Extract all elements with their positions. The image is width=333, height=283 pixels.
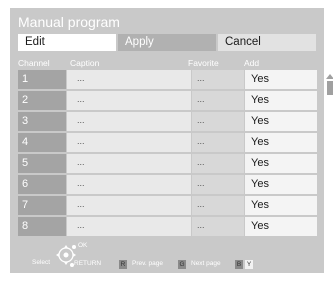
channel-cell: 6 [18, 175, 66, 194]
add-cell[interactable]: Yes [245, 196, 317, 215]
tab-cancel[interactable]: Cancel [218, 34, 316, 51]
channel-cell: 1 [18, 70, 66, 89]
caption-cell[interactable]: ... [67, 91, 191, 110]
add-cell[interactable]: Yes [245, 217, 317, 236]
caption-cell[interactable]: ... [67, 70, 191, 89]
manual-program-panel: Manual program Edit Apply Cancel Channel… [10, 8, 333, 273]
select-label: Select [32, 259, 51, 266]
add-cell[interactable]: Yes [245, 175, 317, 194]
caption-cell[interactable]: ... [67, 154, 191, 173]
tab-apply[interactable]: Apply [118, 34, 216, 51]
add-cell[interactable]: Yes [245, 133, 317, 152]
add-cell[interactable]: Yes [245, 91, 317, 110]
green-key-icon: G [178, 260, 186, 269]
table-row[interactable]: 4 ... ... Yes [18, 133, 318, 152]
favorite-cell[interactable]: ... [192, 112, 244, 131]
tab-edit[interactable]: Edit [18, 34, 116, 51]
header-favorite: Favorite [188, 58, 219, 68]
caption-cell[interactable]: ... [67, 112, 191, 131]
yellow-key-icon: Y [245, 260, 253, 269]
blue-key-icon: B [235, 260, 243, 269]
scrollbar-thumb[interactable] [327, 81, 333, 95]
prev-page-label[interactable]: Prev. page [132, 260, 163, 267]
add-cell[interactable]: Yes [245, 112, 317, 131]
page-title: Manual program [18, 14, 120, 30]
table-row[interactable]: 1 ... ... Yes [18, 70, 318, 89]
channel-cell: 3 [18, 112, 66, 131]
favorite-cell[interactable]: ... [192, 217, 244, 236]
next-page-label[interactable]: Next page [191, 260, 221, 267]
return-label: RETURN [74, 260, 102, 267]
header-add: Add [244, 58, 260, 68]
header-caption: Caption [70, 58, 100, 68]
favorite-cell[interactable]: ... [192, 91, 244, 110]
channel-cell: 7 [18, 196, 66, 215]
caption-cell[interactable]: ... [67, 175, 191, 194]
ok-label: OK [78, 242, 88, 249]
channel-cell: 2 [18, 91, 66, 110]
favorite-cell[interactable]: ... [192, 175, 244, 194]
table-row[interactable]: 7 ... ... Yes [18, 196, 318, 215]
table-row[interactable]: 3 ... ... Yes [18, 112, 318, 131]
caption-cell[interactable]: ... [67, 133, 191, 152]
table-row[interactable]: 5 ... ... Yes [18, 154, 318, 173]
header-channel: Channel [18, 58, 50, 68]
table-row[interactable]: 8 ... ... Yes [18, 217, 318, 236]
channel-cell: 8 [18, 217, 66, 236]
caption-cell[interactable]: ... [67, 196, 191, 215]
channel-cell: 4 [18, 133, 66, 152]
add-cell[interactable]: Yes [245, 154, 317, 173]
favorite-cell[interactable]: ... [192, 70, 244, 89]
favorite-cell[interactable]: ... [192, 133, 244, 152]
red-key-icon: R [119, 260, 127, 269]
favorite-cell[interactable]: ... [192, 154, 244, 173]
add-cell[interactable]: Yes [245, 70, 317, 89]
caption-cell[interactable]: ... [67, 217, 191, 236]
table-row[interactable]: 2 ... ... Yes [18, 91, 318, 110]
channel-cell: 5 [18, 154, 66, 173]
table-row[interactable]: 6 ... ... Yes [18, 175, 318, 194]
favorite-cell[interactable]: ... [192, 196, 244, 215]
scroll-up-arrow-icon[interactable] [326, 74, 333, 79]
